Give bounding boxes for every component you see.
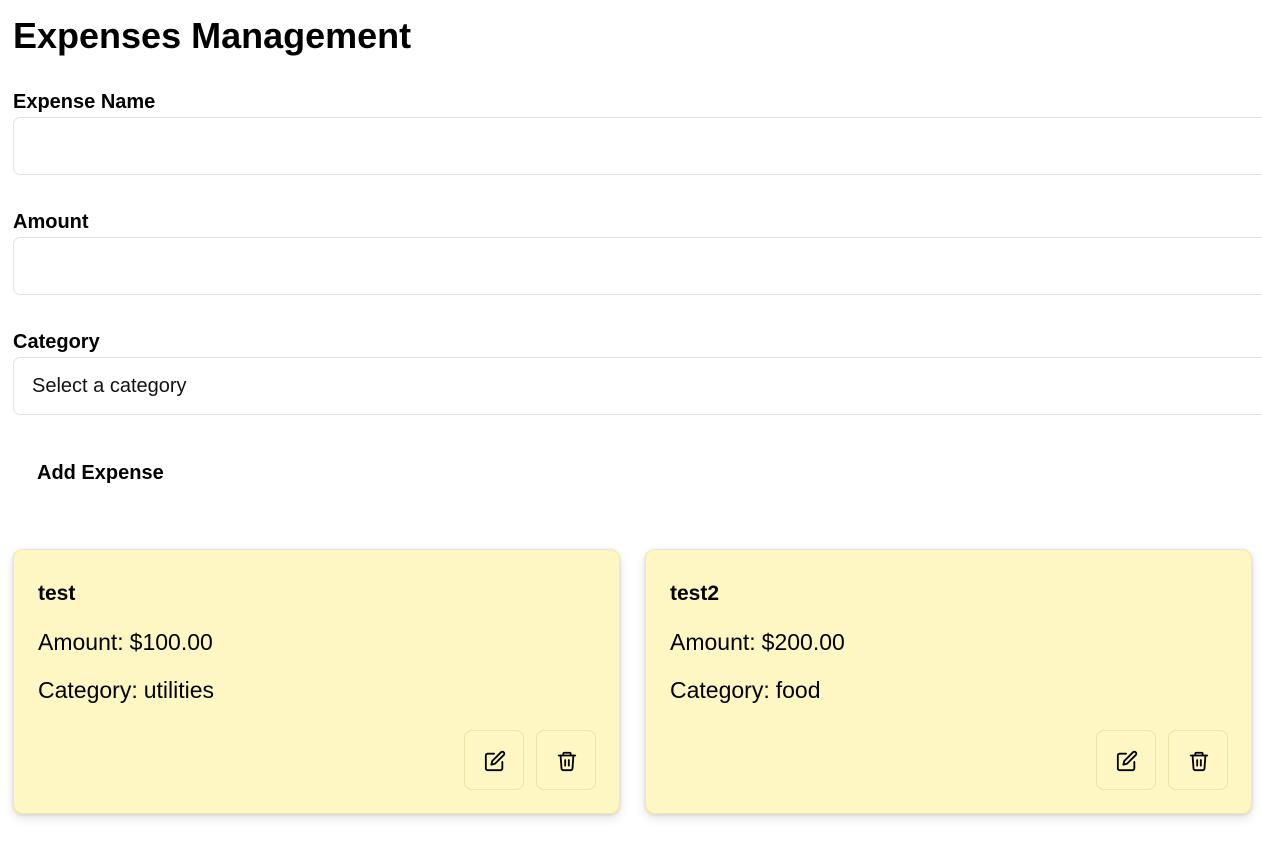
expense-card-name: test: [38, 582, 76, 605]
expenses-page: Expenses Management Expense Name Amount …: [0, 0, 1262, 846]
category-label: Category: [13, 331, 100, 353]
page-title: Expenses Management: [13, 15, 412, 56]
amount-label: Amount: [13, 211, 89, 233]
expense-card-amount-value: $100.00: [129, 629, 213, 655]
category-select[interactable]: Select a category: [13, 357, 1262, 415]
expense-card-amount-label: Amount:: [670, 629, 756, 655]
expense-name-label: Expense Name: [13, 91, 156, 113]
trash-icon: [1189, 751, 1209, 772]
edit-icon: [484, 750, 506, 772]
edit-icon: [1116, 750, 1138, 772]
expense-card-category-label: Category:: [670, 677, 770, 703]
expense-card-category-label: Category:: [38, 677, 138, 703]
expense-card-amount-value: $200.00: [761, 629, 845, 655]
expense-card: test2 Amount: $200.00 Category: food: [645, 549, 1252, 814]
edit-expense-button[interactable]: [1096, 730, 1156, 790]
expense-card: test Amount: $100.00 Category: utilities: [13, 549, 620, 814]
expense-card-category: Category: food: [670, 676, 820, 704]
expense-card-amount: Amount: $100.00: [38, 628, 213, 656]
delete-expense-button[interactable]: [536, 730, 596, 790]
expense-card-amount: Amount: $200.00: [670, 628, 845, 656]
expense-name-input[interactable]: [14, 118, 1194, 174]
amount-field[interactable]: [13, 237, 1262, 295]
expense-card-amount-label: Amount:: [38, 629, 124, 655]
category-select-value[interactable]: Select a category: [14, 358, 1194, 414]
trash-icon: [557, 751, 577, 772]
add-expense-button[interactable]: Add Expense: [13, 451, 183, 495]
expense-card-name: test2: [670, 582, 720, 605]
expense-card-category-value: utilities: [143, 677, 215, 703]
expense-name-field[interactable]: [13, 117, 1262, 175]
delete-expense-button[interactable]: [1168, 730, 1228, 790]
expense-card-category-value: food: [775, 677, 821, 703]
edit-expense-button[interactable]: [464, 730, 524, 790]
amount-input[interactable]: [14, 238, 1194, 294]
expense-card-category: Category: utilities: [38, 676, 214, 704]
